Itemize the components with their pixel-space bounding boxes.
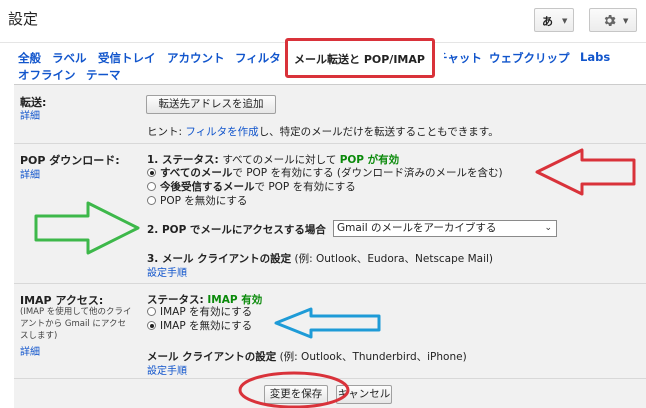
red-circle-annotation xyxy=(238,371,350,408)
annotation-overlay xyxy=(34,148,636,408)
blue-arrow-annotation xyxy=(274,307,381,339)
red-arrow-annotation xyxy=(535,148,636,196)
green-arrow-annotation xyxy=(34,201,140,255)
